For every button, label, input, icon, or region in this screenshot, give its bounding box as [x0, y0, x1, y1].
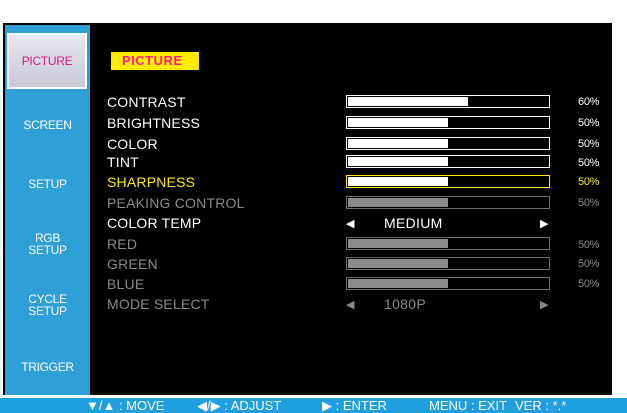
footer-exit-hint: MENU : EXIT	[429, 398, 508, 413]
peaking-control-slider	[346, 196, 550, 209]
sharpness-slider[interactable]	[346, 175, 550, 188]
footer-move-hint: ▼/▲ : MOVE	[86, 398, 165, 413]
slider-fill	[348, 198, 448, 207]
green-slider	[346, 257, 550, 270]
sidebar-item-label: PICTURE	[21, 54, 73, 68]
row-label-sharpness[interactable]: SHARPNESS	[107, 174, 195, 190]
sidebar-item-label: SETUP	[28, 177, 67, 191]
color-temp-value: MEDIUM	[384, 215, 443, 231]
color-value: 50%	[578, 138, 600, 150]
peaking-control-value: 50%	[578, 197, 600, 209]
tint-value: 50%	[578, 157, 600, 169]
slider-fill	[348, 97, 468, 106]
green-value: 50%	[578, 258, 600, 270]
contrast-slider[interactable]	[346, 95, 550, 108]
row-label-color[interactable]: COLOR	[107, 136, 158, 152]
arrow-right-icon: ▶	[540, 299, 549, 311]
sidebar-item-label: TRIGGER	[21, 360, 74, 374]
row-label-peaking-control: PEAKING CONTROL	[107, 195, 245, 211]
slider-fill	[348, 279, 448, 288]
sidebar-item-rgb-setup[interactable]: RGB SETUP	[5, 232, 90, 256]
row-label-mode-select: MODE SELECT	[107, 296, 210, 312]
sidebar-item-label: SETUP	[28, 304, 67, 318]
slider-fill	[348, 177, 448, 186]
slider-fill	[348, 259, 448, 268]
blue-slider	[346, 277, 550, 290]
page-title: PICTURE	[111, 52, 199, 70]
blue-value: 50%	[578, 278, 600, 290]
sidebar-item-trigger[interactable]: TRIGGER	[5, 361, 90, 373]
arrow-left-icon[interactable]: ◀	[346, 217, 354, 230]
mode-select-value: 1080P	[384, 296, 426, 312]
red-value: 50%	[578, 239, 600, 251]
row-label-color-temp[interactable]: COLOR TEMP	[107, 215, 201, 231]
sharpness-value: 50%	[578, 176, 600, 188]
sidebar-item-setup[interactable]: SETUP	[5, 178, 90, 190]
arrow-left-icon: ◀	[346, 299, 355, 311]
sidebar-item-cycle-setup[interactable]: CYCLE SETUP	[5, 293, 90, 317]
row-label-brightness[interactable]: BRIGHTNESS	[107, 115, 200, 131]
footer-version: VER : *.*	[515, 398, 567, 413]
row-label-tint[interactable]: TINT	[107, 154, 139, 170]
contrast-value: 60%	[578, 96, 600, 108]
sidebar-item-screen[interactable]: SCREEN	[5, 119, 90, 131]
slider-fill	[348, 118, 448, 127]
sidebar-item-picture[interactable]: PICTURE	[7, 33, 87, 89]
sidebar-item-label: SCREEN	[23, 118, 72, 132]
red-slider	[346, 237, 550, 250]
slider-fill	[348, 239, 448, 248]
color-slider[interactable]	[346, 137, 550, 150]
row-label-blue: BLUE	[107, 276, 145, 292]
arrow-right-icon[interactable]: ▶	[540, 217, 548, 230]
brightness-value: 50%	[578, 117, 600, 129]
footer-enter-hint: ▶ : ENTER	[322, 398, 387, 413]
row-label-green: GREEN	[107, 256, 158, 272]
row-label-contrast[interactable]: CONTRAST	[107, 94, 186, 110]
tint-slider[interactable]	[346, 155, 550, 168]
footer-adjust-hint: ◀/▶ : ADJUST	[197, 398, 282, 413]
slider-fill	[348, 157, 448, 166]
sidebar-item-label: SETUP	[28, 243, 67, 257]
footer-help-bar: ▼/▲ : MOVE ◀/▶ : ADJUST ▶ : ENTER MENU :…	[0, 398, 627, 413]
row-label-red: RED	[107, 236, 138, 252]
brightness-slider[interactable]	[346, 116, 550, 129]
slider-fill	[348, 139, 448, 148]
